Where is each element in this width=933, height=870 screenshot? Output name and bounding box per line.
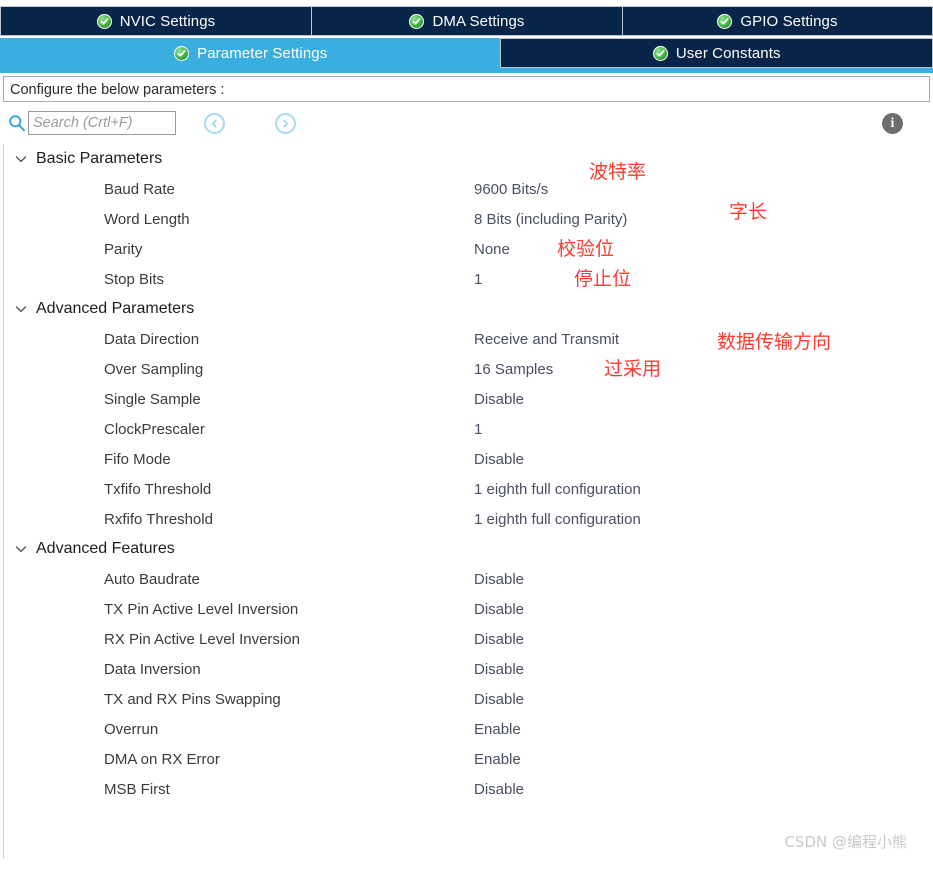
parameter-name: MSB First xyxy=(104,780,170,798)
tab-nvic-settings[interactable]: NVIC Settings xyxy=(0,6,312,36)
parameter-row[interactable]: RX Pin Active Level Inversion Disable xyxy=(4,624,933,654)
tab-label: Parameter Settings xyxy=(197,44,328,62)
parameter-name: Parity xyxy=(104,240,143,258)
parameter-name: Overrun xyxy=(104,720,159,738)
parameter-row[interactable]: Fifo Mode Disable xyxy=(4,444,933,474)
search-input[interactable] xyxy=(28,111,176,135)
tab-label: User Constants xyxy=(675,44,781,62)
group-label: Basic Parameters xyxy=(36,150,163,167)
parameter-row[interactable]: Single Sample Disable xyxy=(4,384,933,414)
parameter-name: Data Direction xyxy=(104,330,200,348)
parameter-value[interactable]: Disable xyxy=(474,781,524,798)
parameter-name: TX and RX Pins Swapping xyxy=(104,690,281,708)
parameter-row[interactable]: MSB First Disable xyxy=(4,774,933,804)
tab-strip: NVIC Settings DMA Settings GPIO Settings… xyxy=(0,0,933,73)
parameter-value[interactable]: Disable xyxy=(474,391,524,408)
parameter-value[interactable]: Disable xyxy=(474,631,524,648)
search-next-button[interactable] xyxy=(275,112,296,134)
parameter-row[interactable]: Stop Bits 1 xyxy=(4,264,933,294)
parameter-name: RX Pin Active Level Inversion xyxy=(104,630,300,648)
parameter-row[interactable]: Rxfifo Threshold 1 eighth full configurat… xyxy=(4,504,933,534)
parameter-row[interactable]: TX and RX Pins Swapping Disable xyxy=(4,684,933,714)
tab-parameter-settings[interactable]: Parameter Settings xyxy=(0,38,502,68)
check-circle-icon xyxy=(717,13,733,29)
parameter-value[interactable]: Enable xyxy=(474,721,521,738)
parameter-row[interactable]: Baud Rate 9600 Bits/s xyxy=(4,174,933,204)
parameter-name: Stop Bits xyxy=(104,270,165,288)
chevron-right-icon xyxy=(283,119,288,127)
tab-underline xyxy=(0,68,933,73)
check-circle-icon xyxy=(652,45,668,61)
group-label: Advanced Parameters xyxy=(36,300,195,317)
parameter-value[interactable]: Disable xyxy=(474,691,524,708)
search-toolbar: i xyxy=(0,102,933,144)
parameter-name: Over Sampling xyxy=(104,360,204,378)
search-icon xyxy=(8,114,26,132)
parameter-row[interactable]: DMA on RX Error Enable xyxy=(4,744,933,774)
parameter-value[interactable]: 1 eighth full configuration xyxy=(474,481,641,498)
parameter-name: Baud Rate xyxy=(104,180,175,198)
parameter-name: Rxfifo Threshold xyxy=(104,510,213,528)
parameter-name: Word Length xyxy=(104,210,190,228)
parameter-value[interactable]: Disable xyxy=(474,601,524,618)
parameter-tree: Basic Parameters Baud Rate 9600 Bits/s Word… xyxy=(3,144,933,859)
parameter-group-advanced-parameters[interactable]: Advanced Parameters xyxy=(4,294,933,324)
watermark: CSDN @编程小熊 xyxy=(784,833,907,851)
group-label: Advanced Features xyxy=(36,540,175,557)
tab-gpio-settings[interactable]: GPIO Settings xyxy=(622,6,933,36)
parameter-value[interactable]: Disable xyxy=(474,661,524,678)
parameter-name: Auto Baudrate xyxy=(104,570,200,588)
parameter-row[interactable]: Data Inversion Disable xyxy=(4,654,933,684)
parameter-name: Txfifo Threshold xyxy=(104,480,212,498)
info-icon[interactable]: i xyxy=(882,113,903,134)
parameter-row[interactable]: Over Sampling 16 Samples xyxy=(4,354,933,384)
parameter-tree-body: Basic Parameters Baud Rate 9600 Bits/s Word… xyxy=(4,144,933,804)
chevron-down-icon xyxy=(15,306,27,313)
parameter-row[interactable]: TX Pin Active Level Inversion Disable xyxy=(4,594,933,624)
tab-label: GPIO Settings xyxy=(740,12,838,30)
parameter-row[interactable]: Word Length 8 Bits (including Parity) xyxy=(4,204,933,234)
check-circle-icon xyxy=(174,45,190,61)
parameter-value[interactable]: 9600 Bits/s xyxy=(474,181,548,198)
info-icon-label: i xyxy=(890,115,895,131)
parameter-row[interactable]: Parity None xyxy=(4,234,933,264)
tab-label: DMA Settings xyxy=(432,12,525,30)
parameter-value[interactable]: Enable xyxy=(474,751,521,768)
parameter-name: Fifo Mode xyxy=(104,450,171,468)
tab-dma-settings[interactable]: DMA Settings xyxy=(311,6,623,36)
parameter-value[interactable]: 8 Bits (including Parity) xyxy=(474,211,627,228)
tab-label: NVIC Settings xyxy=(119,12,216,30)
parameter-name: TX Pin Active Level Inversion xyxy=(104,600,299,618)
chevron-down-icon xyxy=(15,546,27,553)
tab-user-constants[interactable]: User Constants xyxy=(500,38,933,68)
parameter-row[interactable]: Auto Baudrate Disable xyxy=(4,564,933,594)
parameter-value[interactable]: 16 Samples xyxy=(474,361,553,378)
parameter-row[interactable]: Txfifo Threshold 1 eighth full configurat… xyxy=(4,474,933,504)
parameter-name: DMA on RX Error xyxy=(104,750,220,768)
configure-note: Configure the below parameters : xyxy=(3,76,930,102)
parameter-value[interactable]: Disable xyxy=(474,451,524,468)
parameter-row[interactable]: Data Direction Receive and Transmit xyxy=(4,324,933,354)
parameter-value[interactable]: 1 eighth full configuration xyxy=(474,511,641,528)
tab-row-secondary: Parameter Settings User Constants xyxy=(0,38,933,68)
parameter-value[interactable]: None xyxy=(474,241,510,258)
search-previous-button[interactable] xyxy=(204,112,225,134)
check-circle-icon xyxy=(96,13,112,29)
parameter-value[interactable]: 1 xyxy=(474,271,482,288)
parameter-value[interactable]: Disable xyxy=(474,571,524,588)
parameter-value[interactable]: Receive and Transmit xyxy=(474,331,619,348)
chevron-down-icon xyxy=(15,156,27,163)
parameter-group-basic-parameters[interactable]: Basic Parameters xyxy=(4,144,933,174)
chevron-left-icon xyxy=(212,119,217,127)
parameter-name: ClockPrescaler xyxy=(104,420,205,438)
tab-row-primary: NVIC Settings DMA Settings GPIO Settings xyxy=(0,6,933,36)
parameter-row[interactable]: Overrun Enable xyxy=(4,714,933,744)
parameter-value[interactable]: 1 xyxy=(474,421,482,438)
parameter-row[interactable]: ClockPrescaler 1 xyxy=(4,414,933,444)
parameter-name: Single Sample xyxy=(104,390,201,408)
parameter-group-advanced-features[interactable]: Advanced Features xyxy=(4,534,933,564)
check-circle-icon xyxy=(409,13,425,29)
parameter-name: Data Inversion xyxy=(104,660,201,678)
